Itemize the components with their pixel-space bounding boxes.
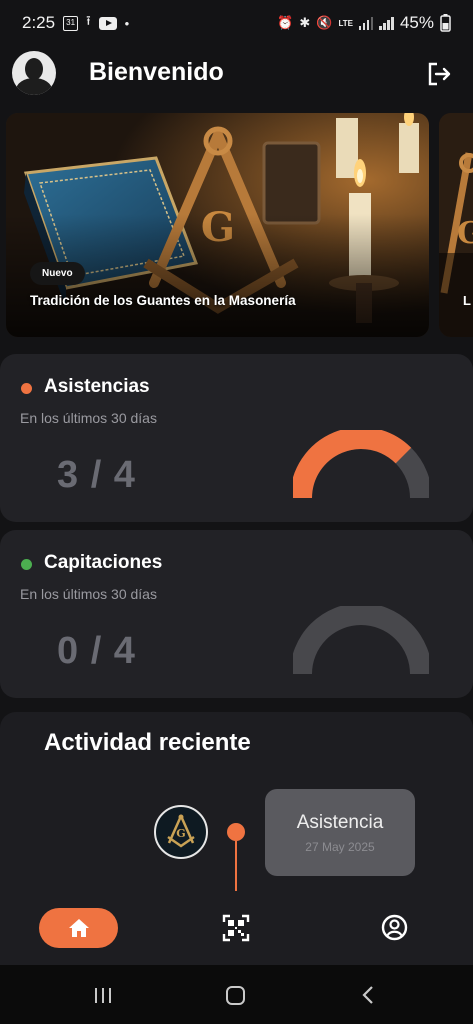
status-dot <box>21 559 32 570</box>
gauge-chart <box>293 430 429 499</box>
recent-apps-icon[interactable] <box>93 987 113 1004</box>
back-icon[interactable] <box>360 985 376 1005</box>
news-title-peek: L <box>463 293 471 308</box>
stat-card-capitaciones[interactable]: Capitaciones En los últimos 30 días 0 / … <box>0 530 473 698</box>
timeline-line <box>235 841 237 891</box>
avatar[interactable] <box>12 51 56 95</box>
stat-subtitle: En los últimos 30 días <box>20 586 157 602</box>
gauge-chart <box>293 606 429 675</box>
logout-icon[interactable] <box>425 60 453 88</box>
recent-activity: Actividad reciente G Asistencia 27 May 2… <box>0 712 473 912</box>
signal-icon <box>358 16 374 30</box>
masonic-emblem-icon: G <box>154 805 208 859</box>
qr-scan-icon[interactable] <box>222 914 250 942</box>
stat-label: Capitaciones <box>44 552 163 573</box>
news-carousel[interactable]: G Nuevo Tradición de los Guantes en la M… <box>6 113 473 337</box>
page-title: Bienvenido <box>89 58 224 86</box>
activity-date: 27 May 2025 <box>305 840 375 854</box>
stat-value: 0 / 4 <box>57 630 136 672</box>
app-header: Bienvenido <box>0 46 473 106</box>
system-home-button[interactable] <box>226 986 245 1005</box>
status-time: 2:25 <box>22 13 56 32</box>
system-nav-bar <box>0 965 473 1024</box>
upload-icon: ⭱ <box>86 13 91 28</box>
signal-icon-2 <box>379 16 394 30</box>
youtube-icon <box>98 16 117 30</box>
gauge-track <box>293 606 429 675</box>
network-label: LTE <box>338 18 353 28</box>
news-badge: Nuevo <box>30 262 85 285</box>
status-dot <box>21 383 32 394</box>
alarm-icon: ⏰ <box>277 15 294 30</box>
gauge-fill <box>293 430 412 499</box>
stat-value: 3 / 4 <box>57 454 136 496</box>
svg-text:G: G <box>176 827 185 840</box>
dot-icon: • <box>124 15 130 31</box>
battery-label: 45% <box>399 13 434 32</box>
battery-icon <box>440 14 451 32</box>
status-bar: 2:25 31 ⭱ • ⏰ ✱ 🔇 LTE 45% <box>0 0 473 46</box>
bluetooth-icon: ✱ <box>299 15 311 30</box>
stat-subtitle: En los últimos 30 días <box>20 410 157 426</box>
nav-home-button[interactable] <box>39 908 118 948</box>
activity-title: Asistencia <box>296 812 384 833</box>
news-card-peek[interactable]: G L <box>439 113 473 337</box>
activity-item[interactable]: Asistencia 27 May 2025 <box>265 789 415 876</box>
timeline-dot <box>227 823 245 841</box>
news-title: Tradición de los Guantes en la Masonería <box>30 293 296 308</box>
stat-label: Asistencias <box>44 376 150 397</box>
calendar-icon: 31 <box>63 15 79 31</box>
profile-icon[interactable] <box>381 914 408 941</box>
svg-text:G: G <box>457 216 473 251</box>
section-title: Actividad reciente <box>44 729 251 756</box>
mute-icon: 🔇 <box>316 15 333 30</box>
home-icon <box>68 919 89 937</box>
bottom-nav <box>0 895 473 965</box>
stat-card-asistencias[interactable]: Asistencias En los últimos 30 días 3 / 4 <box>0 354 473 522</box>
news-card[interactable]: G Nuevo Tradición de los Guantes en la M… <box>6 113 429 337</box>
